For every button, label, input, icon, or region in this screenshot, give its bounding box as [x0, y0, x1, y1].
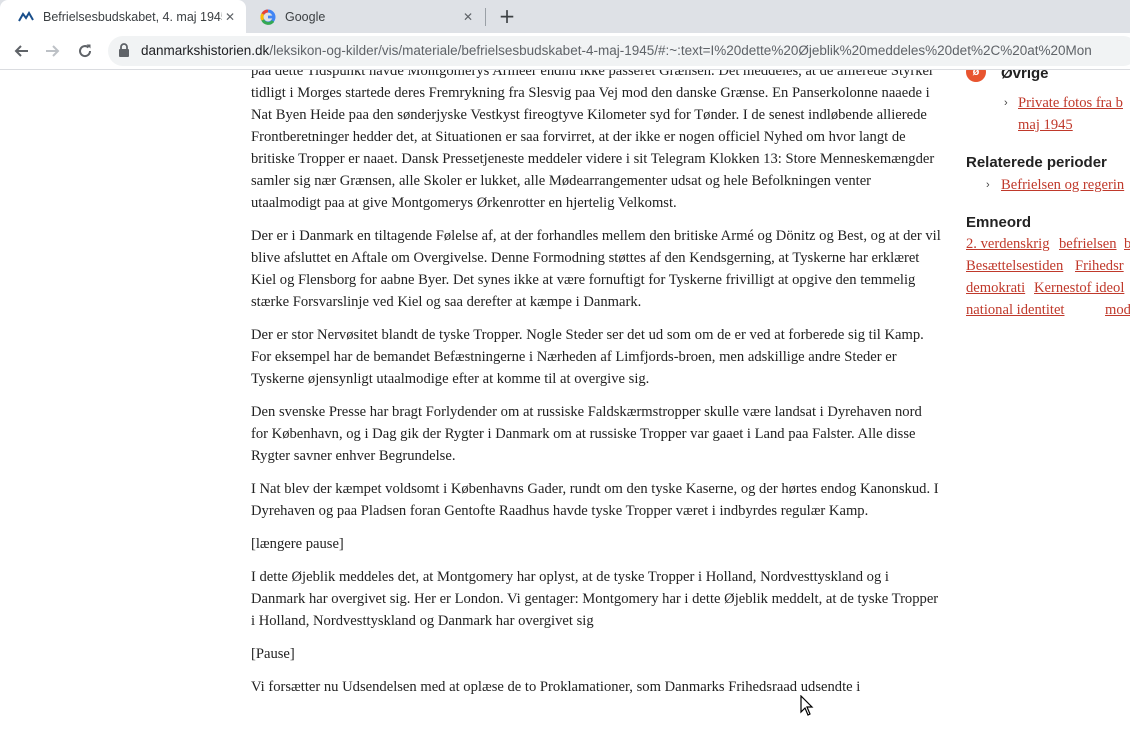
keyword-link[interactable]: modstan	[1105, 299, 1130, 321]
chevron-right-icon: ›	[1004, 97, 1008, 109]
ovrige-icon: ø	[966, 70, 986, 82]
close-tab-icon[interactable]: ✕	[460, 9, 476, 25]
url-path: /leksikon-og-kilder/vis/materiale/befrie…	[269, 43, 1092, 58]
url-domain: danmarkshistorien.dk	[141, 43, 270, 58]
tab-title: Google	[285, 9, 326, 24]
keyword-link[interactable]: Besættelsestiden	[966, 255, 1063, 277]
article-paragraph: [Pause]	[251, 646, 295, 662]
article-paragraph: [længere pause]	[251, 536, 344, 552]
tab-separator	[485, 8, 486, 26]
reload-icon[interactable]	[74, 40, 96, 62]
new-tab-icon[interactable]: +	[496, 6, 518, 28]
article-paragraph: Vi forsætter nu Udsendelsen med at oplæs…	[251, 679, 861, 695]
article-paragraph: I Nat blev der kæmpet voldsomt i Københa…	[251, 481, 939, 519]
forward-icon[interactable]	[42, 40, 64, 62]
article-paragraph: Der er i Danmark en tiltagende Følelse a…	[251, 228, 941, 310]
page-viewport: paa dette Tidspunkt havde Montgomerys Ar…	[0, 70, 1130, 734]
tab-strip: Befrielsesbudskabet, 4. maj 1945 ✕ Googl…	[0, 0, 1130, 33]
address-bar[interactable]: danmarkshistorien.dk/leksikon-og-kilder/…	[108, 36, 1130, 66]
article-paragraph: Der er stor Nervøsitet blandt de tyske T…	[251, 327, 924, 387]
befrielsen-link[interactable]: Befrielsen og regerin	[1001, 174, 1124, 196]
url-text: danmarkshistorien.dk/leksikon-og-kilder/…	[141, 43, 1092, 58]
keyword-link[interactable]: Kernestof ideol	[1034, 277, 1124, 299]
article-body: paa dette Tidspunkt havde Montgomerys Ar…	[251, 70, 941, 709]
private-fotos-link-line2[interactable]: maj 1945	[1018, 114, 1073, 136]
close-tab-icon[interactable]: ✕	[222, 9, 238, 25]
keyword-link[interactable]: 2. verdenskrig	[966, 233, 1050, 255]
private-fotos-link[interactable]: Private fotos fra b	[1018, 92, 1123, 114]
keyword-link[interactable]: befrielsen	[1059, 233, 1117, 255]
article-paragraph: paa dette Tidspunkt havde Montgomerys Ar…	[251, 70, 935, 211]
article-paragraph: I dette Øjeblik meddeles det, at Montgom…	[251, 569, 939, 629]
site-logo-icon	[18, 9, 34, 25]
ovrige-heading: Øvrige	[1001, 70, 1049, 82]
chevron-right-icon: ›	[986, 179, 990, 191]
mouse-cursor-icon	[800, 695, 814, 716]
browser-toolbar: danmarkshistorien.dk/leksikon-og-kilder/…	[0, 33, 1130, 70]
tab-befrielsesbudskabet[interactable]: Befrielsesbudskabet, 4. maj 1945 ✕	[0, 0, 246, 33]
keyword-link[interactable]: demokrati	[966, 277, 1025, 299]
keywords-heading: Emneord	[966, 214, 1032, 231]
tab-google[interactable]: Google ✕	[248, 0, 484, 33]
lock-icon[interactable]	[118, 43, 132, 59]
keyword-link[interactable]: b	[1124, 233, 1130, 255]
keyword-link[interactable]: Frihedsr	[1075, 255, 1124, 277]
related-periods-heading: Relaterede perioder	[966, 154, 1107, 171]
back-icon[interactable]	[10, 40, 32, 62]
keyword-link[interactable]: national identitet	[966, 299, 1064, 321]
google-icon	[260, 8, 276, 25]
article-paragraph: Den svenske Presse har bragt Forlydender…	[251, 404, 922, 464]
tab-title: Befrielsesbudskabet, 4. maj 1945	[43, 9, 222, 24]
